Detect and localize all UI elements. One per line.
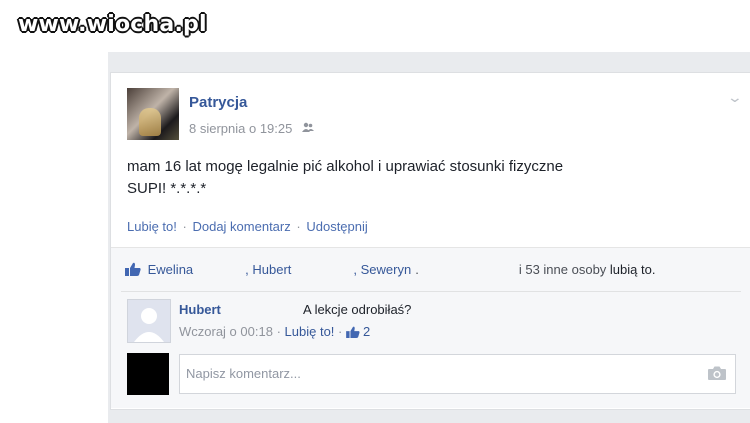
liker-name-suffix: . <box>415 262 419 277</box>
watermark-logo: www.wiocha.pl <box>18 12 207 37</box>
author-avatar[interactable] <box>127 88 179 140</box>
share-link[interactable]: Udostępnij <box>306 219 367 234</box>
comment-input-placeholder: Napisz komentarz... <box>186 366 301 381</box>
post-text-line: mam 16 lat mogę legalnie pić alkohol i u… <box>127 158 564 175</box>
friends-icon[interactable] <box>301 122 314 136</box>
post-text-line: SUPI! *.*.*.* <box>127 180 207 197</box>
other-likers-link[interactable]: i 53 inne osoby <box>519 262 606 277</box>
post-author-name[interactable]: Patrycja <box>189 94 247 111</box>
liker-name[interactable]: , Hubert <box>245 262 291 277</box>
post-action-bar: Lubię to! · Dodaj komentarz · Udostępnij <box>127 219 368 234</box>
comment-like-count[interactable]: 2 <box>363 324 370 339</box>
add-comment-link[interactable]: Dodaj komentarz <box>192 219 290 234</box>
current-user-avatar <box>127 353 169 395</box>
likes-suffix: lubią to. <box>609 262 656 277</box>
divider <box>121 291 741 292</box>
camera-icon[interactable] <box>707 365 727 381</box>
separator-dot: · <box>338 324 343 339</box>
chevron-down-icon[interactable]: ⌄ <box>727 89 743 106</box>
likes-summary: Ewelina , Hubert , Seweryn. i 53 inne osoby… <box>125 262 655 277</box>
separator-dot: · <box>296 219 301 234</box>
post-body: mam 16 lat mogę legalnie pić alkohol i u… <box>127 156 687 200</box>
thumbs-up-icon <box>125 262 141 276</box>
comment-author-name[interactable]: Hubert <box>179 302 221 317</box>
comment-timestamp[interactable]: Wczoraj o 00:18 <box>179 324 273 339</box>
post-timestamp[interactable]: 8 sierpnia o 19:25 <box>189 121 292 136</box>
liker-name[interactable]: , Seweryn <box>353 262 411 277</box>
liker-name[interactable]: Ewelina <box>148 262 194 277</box>
comment-like-link[interactable]: Lubię to! <box>285 324 335 339</box>
comment-input[interactable]: Napisz komentarz... <box>179 354 736 394</box>
separator-dot: · <box>276 324 281 339</box>
comment-text: A lekcje odrobiłaś? <box>303 302 412 317</box>
comment-meta: Wczoraj o 00:18 · Lubię to! · 2 <box>179 324 370 339</box>
like-link[interactable]: Lubię to! <box>127 219 177 234</box>
separator-dot: · <box>182 219 187 234</box>
thumbs-up-icon <box>346 326 360 338</box>
post-card: Patrycja 8 sierpnia o 19:25 ⌄ mam 16 lat… <box>110 72 750 410</box>
comment-author-avatar[interactable] <box>127 299 171 343</box>
post-meta: 8 sierpnia o 19:25 <box>189 121 314 136</box>
